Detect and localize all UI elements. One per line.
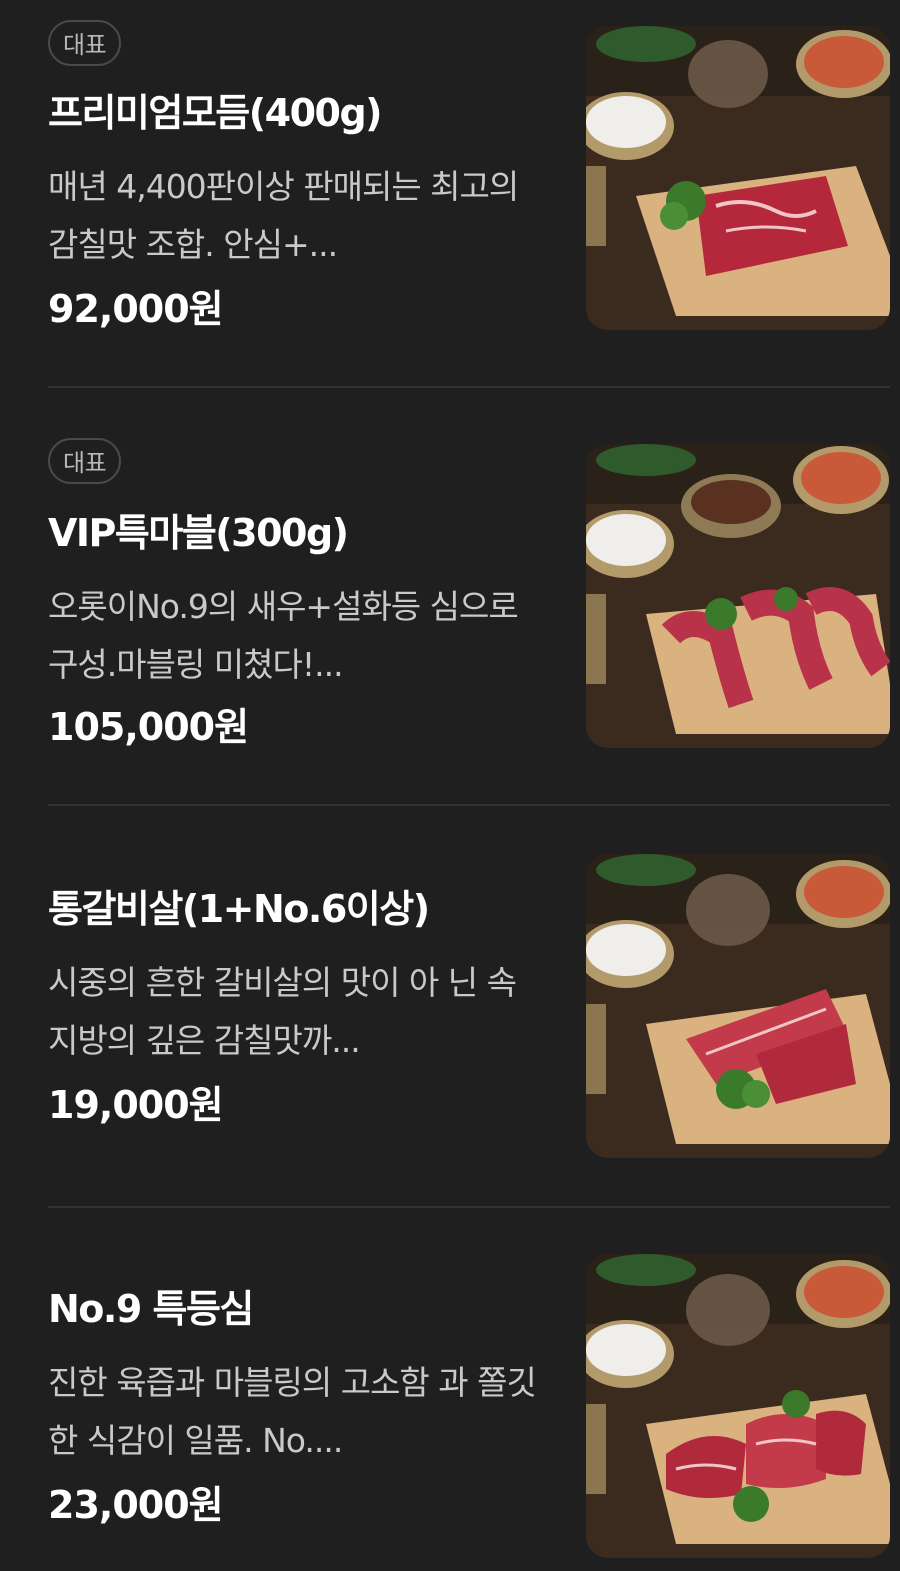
meat-platter-image	[586, 26, 890, 330]
menu-item-vip-marble[interactable]: 대표 VIP특마블(300g) 오롯이No.9의 새우+설화등 심으로 구성.마…	[48, 420, 890, 750]
signature-badge: 대표	[48, 20, 122, 66]
item-divider	[48, 1206, 890, 1208]
menu-item-price: 19,000원	[48, 1083, 224, 1127]
menu-item-price: 23,000원	[48, 1483, 224, 1527]
meat-platter-photo[interactable]	[586, 854, 890, 1158]
meat-platter-photo[interactable]	[586, 1254, 890, 1558]
menu-item-description: 오롯이No.9의 새우+설화등 심으로 구성.마블링 미쳤다!...	[48, 587, 519, 684]
meat-platter-photo[interactable]	[586, 444, 890, 748]
item-divider	[48, 804, 890, 806]
meat-platter-image	[586, 854, 890, 1158]
menu-item-tong-galbisal[interactable]: 통갈비살(1+No.6이상) 시중의 흔한 갈비살의 맛이 아 닌 속지방의 깊…	[48, 840, 890, 1170]
menu-item-no9-special-sirloin[interactable]: No.9 특등심 진한 육즙과 마블링의 고소함 과 쫄깃한 식감이 일품. N…	[48, 1240, 890, 1570]
menu-item-title: 프리미엄모듬(400g)	[48, 91, 383, 135]
menu-item-title: VIP특마블(300g)	[48, 511, 349, 555]
meat-platter-image	[586, 444, 890, 748]
menu-item-premium-modum[interactable]: 대표 프리미엄모듬(400g) 매년 4,400판이상 판매되는 최고의 감칠맛…	[48, 0, 890, 331]
menu-item-title: 통갈비살(1+No.6이상)	[48, 887, 430, 931]
menu-item-price: 92,000원	[48, 287, 224, 331]
signature-badge: 대표	[48, 438, 122, 484]
menu-item-description: 진한 육즙과 마블링의 고소함 과 쫄깃한 식감이 일품. No....	[48, 1363, 537, 1460]
meat-platter-photo[interactable]	[586, 26, 890, 330]
item-divider	[48, 386, 890, 388]
menu-item-description: 매년 4,400판이상 판매되는 최고의 감칠맛 조합. 안심+...	[48, 167, 519, 264]
menu-item-title: No.9 특등심	[48, 1287, 254, 1331]
menu-item-price: 105,000원	[48, 705, 249, 749]
meat-platter-image	[586, 1254, 890, 1558]
menu-item-description: 시중의 흔한 갈비살의 맛이 아 닌 속지방의 깊은 감칠맛까...	[48, 963, 517, 1060]
menu-list: 대표 프리미엄모듬(400g) 매년 4,400판이상 판매되는 최고의 감칠맛…	[0, 0, 900, 1571]
